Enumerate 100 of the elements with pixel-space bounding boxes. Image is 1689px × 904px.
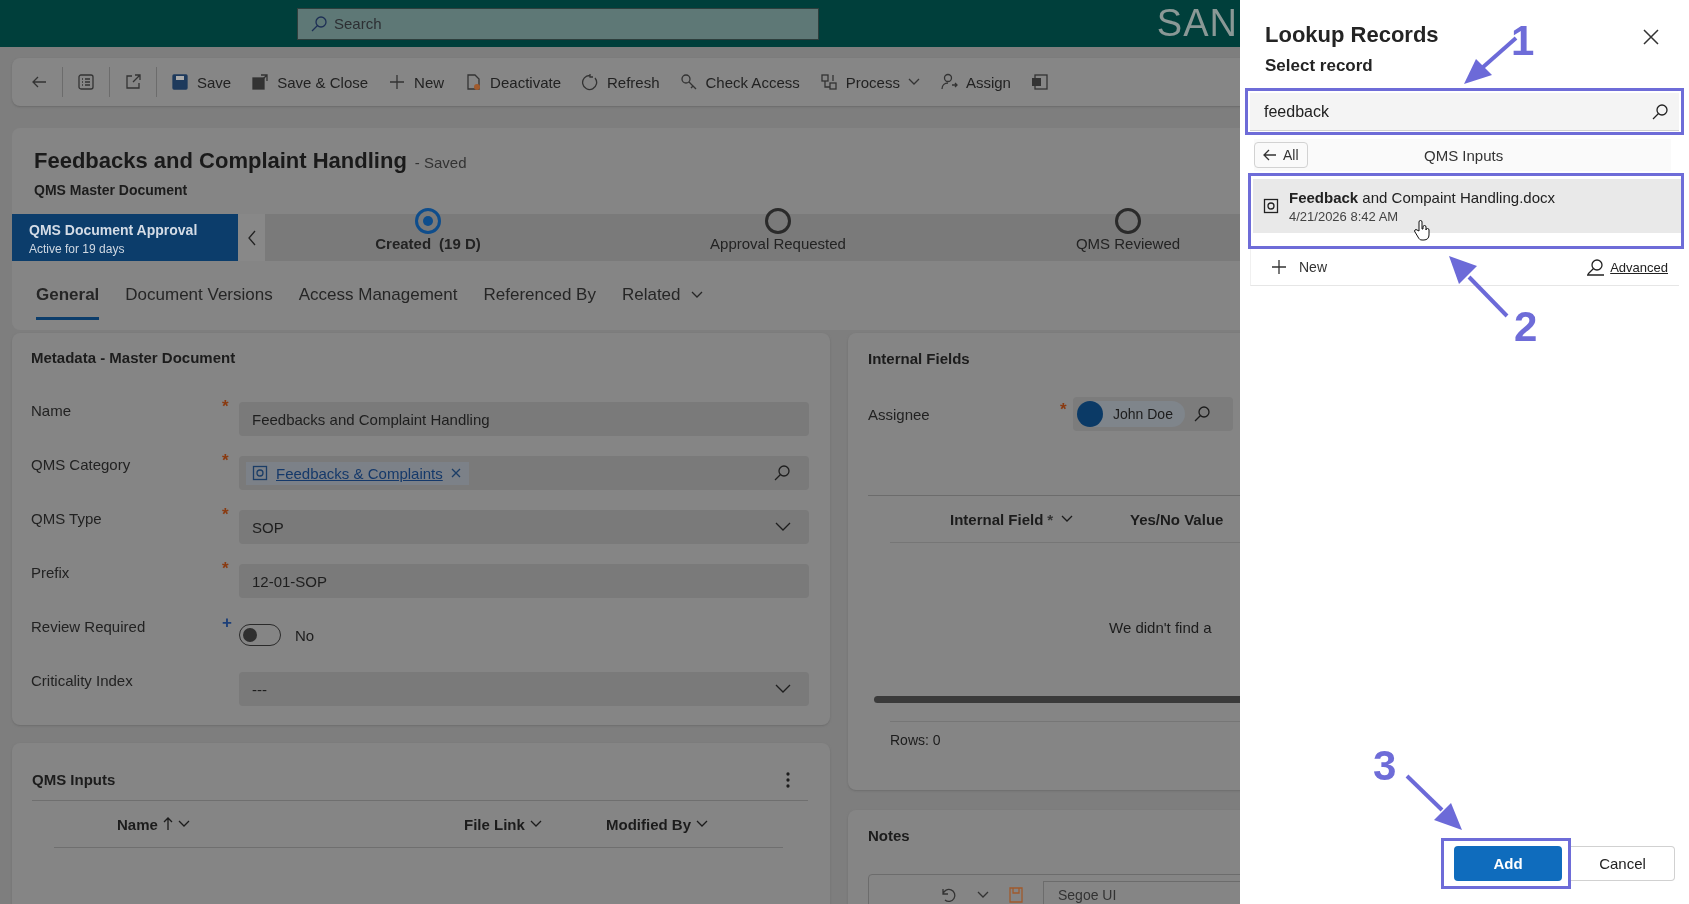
hand-cursor-icon [1414, 219, 1430, 241]
search-icon [773, 464, 791, 482]
required-marker: * [222, 559, 229, 578]
field-label: Prefix [31, 563, 71, 581]
record-title: Feedbacks and Complaint Handling [34, 148, 407, 174]
tab[interactable]: Related [621, 279, 703, 320]
lookup-field[interactable]: John Doe [1073, 397, 1233, 431]
lookup-chip[interactable]: Feedbacks & Complaints [246, 461, 469, 485]
toggle-value: No [295, 626, 315, 644]
more-icon [786, 771, 790, 788]
required-marker: * [1060, 399, 1068, 418]
lookup-field[interactable]: Feedbacks & Complaints [239, 456, 809, 490]
chevron-down-icon [775, 522, 791, 532]
result-date: 4/21/2026 8:42 AM [1289, 208, 1400, 224]
column-header[interactable]: Internal Field * [950, 510, 1130, 528]
cancel-button[interactable]: Cancel [1571, 846, 1675, 881]
toolbar-button[interactable]: Check Access [679, 73, 800, 91]
panel-subtitle: Select record [1265, 56, 1374, 76]
toolbar-button[interactable]: Save & Close [251, 73, 369, 91]
section-title: Internal Fields [868, 350, 971, 367]
remove-icon [450, 468, 461, 478]
toolbar-button[interactable]: Refresh [581, 73, 660, 91]
entity-name: QMS Master Document [33, 182, 189, 198]
required-marker: * [222, 505, 229, 524]
select-field[interactable]: SOP [239, 510, 809, 544]
search-text: feedback [1264, 102, 1330, 121]
process-name: QMS Document Approval [29, 222, 199, 238]
chevron-left-icon [246, 229, 257, 246]
empty-message: We didn't find a [1109, 619, 1213, 636]
column-header[interactable]: Modified By [606, 815, 708, 833]
toolbar-button[interactable]: Deactivate [464, 73, 561, 91]
text-field[interactable]: 12-01-SOP [239, 564, 809, 598]
tab[interactable]: Document Versions [125, 279, 273, 320]
result-title: Feedback and Compaint Handling.docx [1289, 188, 1555, 206]
record-icon [1263, 198, 1279, 214]
tab[interactable]: General [36, 279, 100, 320]
chevron-down-icon [696, 820, 708, 828]
search-field[interactable]: feedback [1250, 93, 1679, 131]
toolbar-button[interactable] [124, 73, 142, 91]
back-arrow-icon [1263, 149, 1277, 161]
chevron-down-icon [775, 684, 791, 694]
step-number: 3 [1373, 745, 1397, 787]
search-icon [1192, 405, 1211, 423]
record-link[interactable]: Feedbacks & Complaints [276, 464, 443, 482]
add-button[interactable]: Add [1454, 846, 1562, 881]
step-number: 2 [1514, 306, 1538, 348]
section-title: Notes [868, 827, 911, 844]
toolbar-button[interactable]: New [388, 73, 445, 91]
column-header[interactable]: Name [117, 815, 464, 833]
section-title: Metadata - Master Document [31, 349, 237, 366]
list-icon [77, 73, 95, 91]
toolbar-button[interactable]: Assign [939, 73, 1011, 91]
save-icon [171, 73, 189, 91]
refresh-icon [581, 73, 599, 91]
field-label: Review Required [31, 617, 147, 635]
process-stage[interactable]: Approval Requested [603, 208, 953, 252]
column-header[interactable]: File Link [464, 815, 606, 833]
chevron-down-icon [1061, 515, 1074, 523]
process-flag[interactable]: QMS Document Approval Active for 19 days [12, 214, 238, 261]
step-number: 1 [1511, 20, 1535, 62]
record-icon [252, 465, 268, 481]
document-icon [1030, 73, 1049, 91]
person-icon [939, 73, 958, 91]
tab[interactable]: Access Management [298, 279, 458, 320]
undo-icon [939, 886, 957, 904]
search-icon [1651, 102, 1669, 121]
process-stage[interactable]: QMS Reviewed [953, 208, 1240, 252]
toolbar-button[interactable] [77, 73, 95, 91]
toolbar-button[interactable] [1030, 73, 1049, 91]
column-header[interactable]: Yes/No Value [1130, 510, 1224, 528]
process-stage[interactable]: Created (19 D) [253, 208, 603, 252]
brand-name: SAN [1156, 2, 1238, 45]
save-icon [1009, 887, 1023, 903]
required-marker: * [222, 451, 229, 470]
avatar-icon [1077, 401, 1103, 427]
chevron-down-icon [529, 820, 542, 828]
search-field[interactable]: Search [297, 7, 819, 40]
field-label: QMS Category [31, 455, 132, 473]
required-marker: * [222, 397, 229, 416]
search-icon [310, 14, 328, 33]
toolbar-menu-button[interactable]: Process [819, 73, 920, 91]
toolbar-button[interactable]: Save [171, 73, 232, 91]
chevron-down-icon [177, 820, 190, 828]
back-button[interactable]: All [1254, 142, 1308, 168]
chevron-down-icon [977, 891, 989, 899]
advanced-link[interactable]: Advanced [1610, 259, 1668, 275]
plus-icon [388, 73, 407, 91]
lookup-chip[interactable]: John Doe [1077, 401, 1185, 427]
panel-title: Lookup Records [1265, 22, 1439, 48]
new-button[interactable]: New [1271, 259, 1327, 275]
close-button[interactable] [1643, 28, 1659, 46]
select-field[interactable]: --- [239, 672, 809, 706]
field-label: Name [31, 401, 72, 419]
popout-icon [124, 73, 142, 91]
section-title: QMS Inputs [32, 771, 116, 788]
result-item[interactable]: Feedback and Compaint Handling.docx 4/21/2026 8:42 AM [1253, 179, 1681, 233]
scrollbar[interactable] [874, 696, 1240, 703]
field-label: Criticality Index [31, 671, 134, 689]
tab[interactable]: Referenced By [483, 279, 596, 320]
text-field[interactable]: Feedbacks and Complaint Handling [239, 402, 809, 436]
